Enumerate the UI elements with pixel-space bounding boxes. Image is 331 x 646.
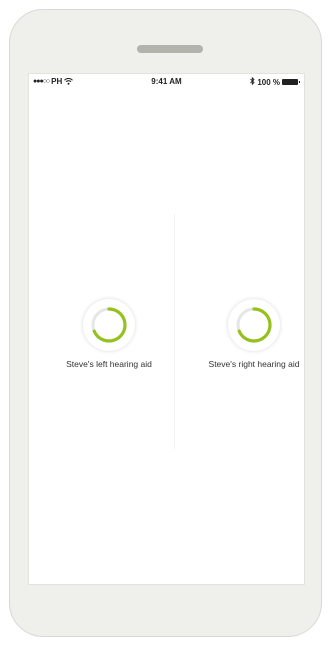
left-hearing-aid[interactable]: Steve's left hearing aid — [54, 299, 164, 370]
phone-frame: ●●●○○ PH 9:41 AM 100 % Steve's left hear… — [9, 9, 322, 637]
status-bar: ●●●○○ PH 9:41 AM 100 % — [29, 74, 304, 90]
phone-screen: ●●●○○ PH 9:41 AM 100 % Steve's left hear… — [28, 73, 305, 585]
battery-percent: 100 % — [257, 77, 280, 87]
right-hearing-aid[interactable]: Steve's right hearing aid — [199, 299, 304, 370]
loading-spinner-icon — [83, 299, 135, 351]
battery-icon — [282, 79, 300, 85]
bluetooth-icon — [250, 76, 255, 87]
left-hearing-aid-label: Steve's left hearing aid — [66, 359, 152, 369]
status-right: 100 % — [250, 76, 300, 87]
right-hearing-aid-label: Steve's right hearing aid — [208, 359, 300, 369]
speaker-grille — [137, 45, 203, 53]
loading-spinner-icon — [228, 299, 280, 351]
center-divider — [174, 214, 175, 449]
